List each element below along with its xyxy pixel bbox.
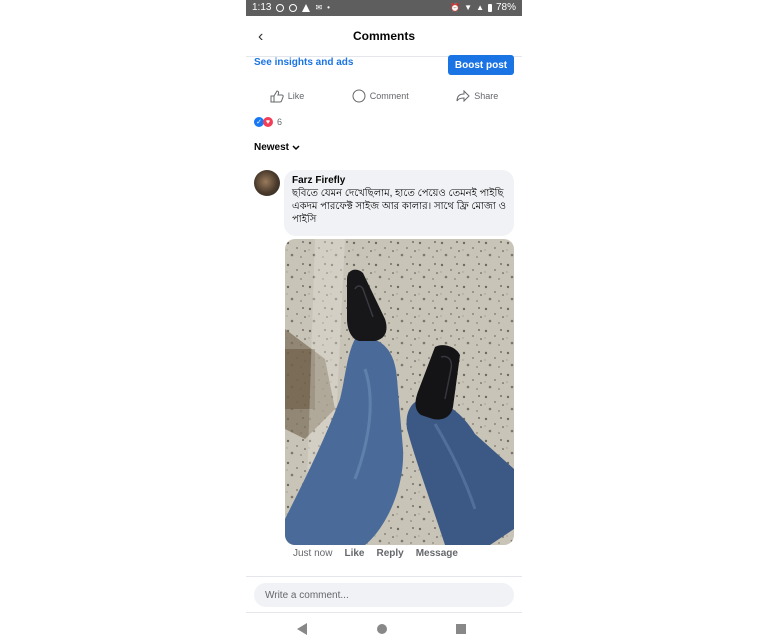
status-time: 1:13 [252,2,272,13]
comment-bubble: Farz Firefly ছবিতে যেমন দেখেছিলাম, হাতে … [284,170,514,236]
sync-icon [289,3,298,12]
gmail-icon: ✉ [315,3,323,12]
comment-meta: Just now Like Reply Message [293,548,458,559]
page-title: Comments [352,29,415,43]
comment-composer[interactable] [254,583,514,607]
comment-like-button[interactable]: Like [344,548,364,559]
thumbs-up-icon [270,89,284,102]
sort-dropdown[interactable]: Newest [254,142,300,153]
battery-percent: 78% [495,2,516,13]
comment-author[interactable]: Farz Firefly [292,175,506,186]
comment-action[interactable]: Comment [352,86,409,106]
avatar[interactable] [254,170,280,196]
phone-screen: 1:13 ✉ • ⏰ ▼ ▲ 78% ‹ Comments See insigh… [246,0,522,644]
status-right: ⏰ ▼ ▲ 78% [450,2,516,13]
notification-icon [276,3,285,12]
reaction-count: 6 [277,117,283,127]
comment-message-button[interactable]: Message [416,548,458,559]
battery-icon [487,3,492,12]
comment-time: Just now [293,548,333,559]
sort-label: Newest [254,142,290,153]
share-label: Share [474,91,499,101]
comment-label: Comment [369,91,409,101]
alert-icon [302,3,311,12]
reactions-summary[interactable]: ✓ ♥ 6 [254,117,282,127]
chevron-down-icon [292,144,300,150]
like-label: Like [287,91,305,101]
nav-back-icon[interactable] [297,623,307,635]
status-bar: 1:13 ✉ • ⏰ ▼ ▲ 78% [246,0,522,16]
boost-post-button[interactable]: Boost post [448,55,514,75]
comment-photo[interactable] [285,239,514,545]
comment-input[interactable] [263,588,505,602]
post-actions: Like Comment Share [246,86,522,106]
composer-divider [246,576,522,577]
shoes-photo-image [285,239,514,545]
comment-bubble-icon [352,89,366,103]
wifi-icon: ▼ [464,3,473,12]
comment-text: ছবিতে যেমন দেখেছিলাম, হাতে পেয়েও তেমনই … [292,188,506,225]
share-arrow-icon [456,90,470,102]
nav-home-icon[interactable] [377,624,387,634]
like-action[interactable]: Like [270,86,305,106]
see-insights-link[interactable]: See insights and ads [254,57,353,68]
status-left: 1:13 ✉ • [252,2,330,13]
love-reaction-icon: ♥ [263,117,273,127]
comments-header: ‹ Comments [246,16,522,57]
signal-icon: ▲ [476,3,484,12]
alarm-icon: ⏰ [450,3,461,12]
share-action[interactable]: Share [456,86,498,106]
android-nav-bar [246,612,522,644]
comment-reply-button[interactable]: Reply [376,548,403,559]
nav-recents-icon[interactable] [456,624,466,634]
dot-icon: • [327,3,330,12]
